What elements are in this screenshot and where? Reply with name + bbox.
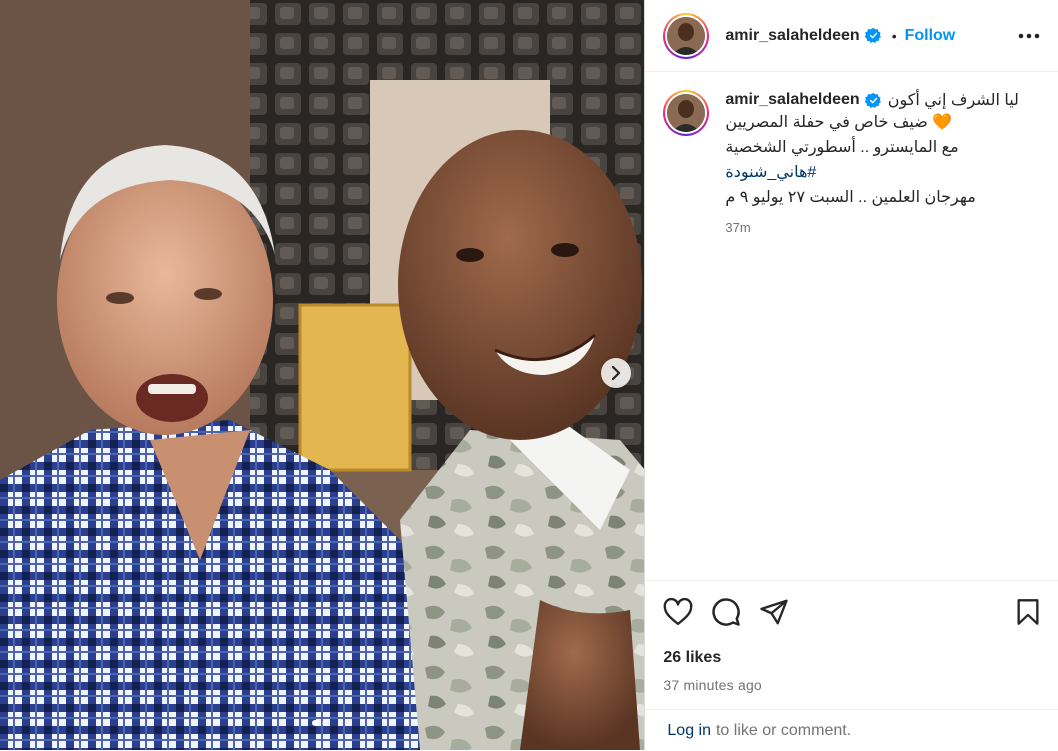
caption: amir_salaheldeen ليا الشرف إني أكون 🧡 ضي… <box>663 90 1040 235</box>
caption-line: مهرجان العلمين .. السبت ٢٧ يوليو ٩ م <box>725 189 976 206</box>
share-icon[interactable] <box>759 598 789 626</box>
hashtag-link[interactable]: #هاني_شنودة <box>725 164 816 181</box>
username-link[interactable]: amir_salaheldeen <box>725 27 859 45</box>
follow-button[interactable]: Follow <box>905 27 956 45</box>
likes-count[interactable]: 26 likes <box>663 649 1040 667</box>
bookmark-icon[interactable] <box>1016 598 1040 626</box>
login-prompt-text: to like or comment. <box>715 721 852 739</box>
post-details-panel: amir_salaheldeen • Follow amir_salahelde… <box>644 0 1058 750</box>
caption-username[interactable]: amir_salaheldeen <box>725 91 859 109</box>
carousel-next-button[interactable] <box>601 358 631 388</box>
separator-dot: • <box>891 27 897 44</box>
login-link[interactable]: Log in <box>667 722 711 740</box>
caption-line-text: ضيف خاص في حفلة المصريين <box>725 114 928 131</box>
post-header: amir_salaheldeen • Follow <box>645 0 1058 72</box>
caption-timestamp[interactable]: 37m <box>725 220 1040 235</box>
more-options-icon[interactable] <box>1018 33 1040 39</box>
login-prompt: Log in to like or comment. <box>645 709 1058 751</box>
verified-badge-icon <box>864 92 882 109</box>
verified-badge-icon <box>864 27 882 44</box>
action-bar: 26 likes 37 minutes ago <box>645 580 1058 693</box>
post-photo[interactable] <box>0 0 645 750</box>
caption-line: ليا الشرف إني أكون <box>887 92 1019 109</box>
chevron-right-icon <box>611 366 621 380</box>
avatar-image <box>667 16 706 55</box>
carousel-indicator <box>312 720 328 726</box>
carousel-dot <box>322 720 328 726</box>
avatar[interactable] <box>663 12 710 59</box>
orange-heart-emoji: 🧡 <box>932 114 953 131</box>
avatar-image <box>667 94 706 132</box>
photo-image <box>0 0 645 750</box>
post-timestamp[interactable]: 37 minutes ago <box>663 677 1040 693</box>
caption-line: 🧡 ضيف خاص في حفلة المصريين <box>725 110 1040 135</box>
caption-line: مع المايسترو .. أسطورتي الشخصية <box>725 139 959 156</box>
instagram-post: amir_salaheldeen • Follow amir_salahelde… <box>0 0 1058 750</box>
avatar[interactable] <box>663 90 710 136</box>
carousel-dot <box>312 720 318 726</box>
heart-icon[interactable] <box>663 598 693 626</box>
comment-icon[interactable] <box>711 597 741 627</box>
